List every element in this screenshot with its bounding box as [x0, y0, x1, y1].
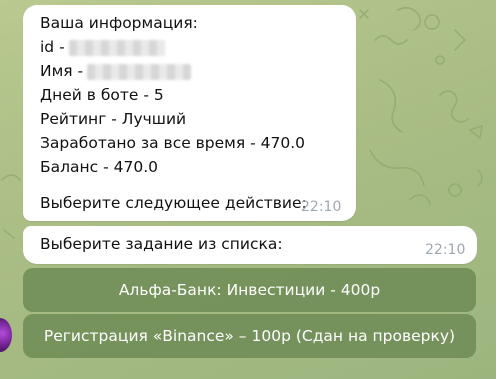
alfa-bank-task-button[interactable]: Альфа-Банк: Инвестиции - 400р — [23, 268, 476, 312]
action-prompt: Выберите следующее действие: — [40, 194, 307, 212]
task-prompt: Выберите задание из списка: — [40, 235, 283, 253]
profile-info-message: Ваша информация: id - Имя - Дней в боте … — [23, 5, 356, 221]
redacted-user-name — [87, 63, 192, 80]
user-id-label: id - — [40, 38, 65, 56]
user-name-line: Имя - — [40, 62, 192, 81]
user-name-label: Имя - — [40, 62, 84, 80]
binance-task-button[interactable]: Регистрация «Binance» – 100р (Сдан на пр… — [23, 314, 476, 358]
days-in-bot: Дней в боте - 5 — [40, 86, 164, 104]
message-time: 22:10 — [425, 242, 466, 258]
info-header: Ваша информация: — [40, 14, 198, 32]
balance: Баланс - 470.0 — [40, 158, 159, 176]
user-id-line: id - — [40, 38, 165, 57]
message-time: 22:10 — [301, 199, 342, 215]
redacted-user-id — [68, 39, 165, 56]
task-list-message: Выберите задание из списка: 22:10 — [23, 226, 477, 264]
earned-total: Заработано за все время - 470.0 — [40, 134, 306, 152]
rating: Рейтинг - Лучший — [40, 110, 187, 128]
